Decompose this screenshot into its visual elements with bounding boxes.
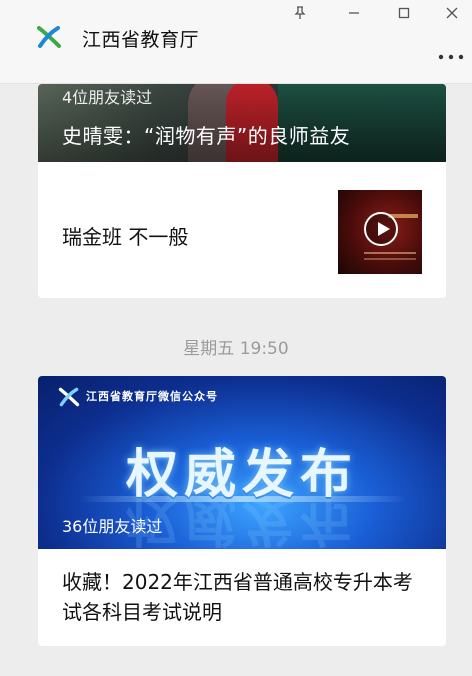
title-bar: 江西省教育厅 [0,0,472,84]
minimize-icon [349,12,359,14]
article-cover-image[interactable]: 江西省教育厅微信公众号 权威发布 权威发布 36位朋友读过 [38,376,446,549]
friends-read-count: 36位朋友读过 [62,517,163,536]
close-icon [446,7,458,19]
close-button[interactable] [438,2,466,24]
message-timestamp: 星期五 19:50 [183,339,289,359]
more-button[interactable] [436,50,466,64]
article-title[interactable]: 收藏！2022年江西省普通高校专升本考试各科目考试说明 [62,567,426,627]
account-logo-icon [37,26,61,48]
more-icon [438,54,464,60]
article-cover-image[interactable]: 4位朋友读过 史晴雯：“润物有声”的良师益友 [38,84,446,162]
window-title: 江西省教育厅 [82,29,200,51]
play-icon[interactable] [364,212,398,246]
video-thumbnail[interactable] [338,190,422,274]
article-sub-title[interactable]: 瑞金班 不一般 [62,221,188,250]
maximize-button[interactable] [390,2,418,24]
minimize-button[interactable] [340,2,368,24]
friends-read-count: 4位朋友读过 [62,88,153,107]
article-headline[interactable]: 史晴雯：“润物有声”的良师益友 [62,120,350,149]
maximize-icon [398,7,410,19]
banner-logo-icon [58,387,80,407]
thumbnail-detail [364,252,416,260]
pin-button[interactable] [286,2,314,24]
pin-icon [294,6,306,19]
banner-brand: 江西省教育厅微信公众号 [86,390,218,403]
article-card[interactable]: 4位朋友读过 史晴雯：“润物有声”的良师益友 瑞金班 不一般 [38,84,446,298]
article-card[interactable]: 江西省教育厅微信公众号 权威发布 权威发布 36位朋友读过 收藏！2022年江西… [38,376,446,646]
